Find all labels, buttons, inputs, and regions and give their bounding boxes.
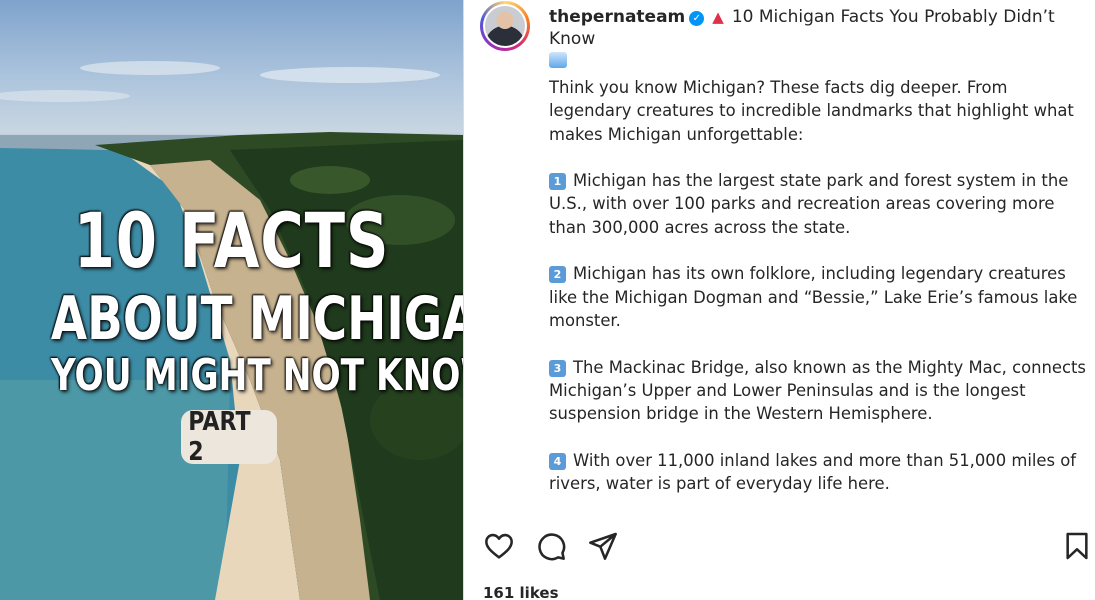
media-title-line1: 10 FACTS	[73, 196, 390, 285]
number-2-icon: 2	[549, 266, 566, 284]
fact-text: With over 11,000 inland lakes and more t…	[549, 450, 1077, 494]
wave-icon	[549, 52, 567, 68]
avatar-photo	[485, 6, 525, 46]
share-icon	[589, 532, 617, 560]
caption-body: Think you know Michigan? These facts dig…	[549, 76, 1094, 519]
number-3-icon: 3	[549, 359, 566, 377]
username-link[interactable]: thepernateam	[549, 7, 685, 27]
avatar-frame	[483, 4, 527, 48]
fact-text: Michigan has its own folklore, including…	[549, 264, 1078, 330]
fact-text: The Mackinac Bridge, also known as the M…	[549, 357, 1086, 424]
fact-item: 4 With over 11,000 inland lakes and more …	[549, 449, 1094, 496]
dress-icon: ▲	[712, 8, 724, 26]
caption-header: thepernateam ✓ ▲ 10 Michigan Facts You Prob…	[549, 6, 1089, 72]
part-badge: PART 2	[181, 407, 277, 467]
media-title-line2: ABOUT MICHIGAN	[50, 284, 463, 354]
heart-icon	[485, 533, 513, 559]
number-1-icon: 1	[549, 173, 566, 191]
part-badge-label: PART 2	[188, 407, 251, 467]
like-button[interactable]	[483, 530, 517, 564]
media-title-line3: YOU MIGHT NOT KNOW	[50, 350, 463, 401]
avatar[interactable]	[480, 1, 530, 51]
fact-text: Michigan has the largest state park and …	[549, 171, 1069, 237]
fact-item: 2 Michigan has its own folklore, includin…	[549, 262, 1094, 332]
caption-intro: Think you know Michigan? These facts dig…	[549, 78, 1074, 144]
comment-button[interactable]	[535, 530, 569, 564]
bookmark-icon	[1066, 532, 1088, 560]
action-bar	[483, 530, 1095, 566]
verified-badge-icon: ✓	[689, 11, 705, 26]
likes-count[interactable]: 161 likes	[483, 584, 559, 600]
panel-divider	[463, 0, 464, 600]
post-media[interactable]: 10 FACTS ABOUT MICHIGAN YOU MIGHT NOT KN…	[0, 0, 463, 600]
fact-item: 1 Michigan has the largest state park and…	[549, 169, 1094, 239]
post-details-panel: thepernateam ✓ ▲ 10 Michigan Facts You Prob…	[463, 0, 1095, 600]
number-4-icon: 4	[549, 452, 566, 470]
save-button[interactable]	[1061, 530, 1095, 564]
share-button[interactable]	[587, 530, 621, 564]
comment-icon	[538, 533, 566, 561]
fact-item: 3 The Mackinac Bridge, also known as the …	[549, 356, 1094, 426]
